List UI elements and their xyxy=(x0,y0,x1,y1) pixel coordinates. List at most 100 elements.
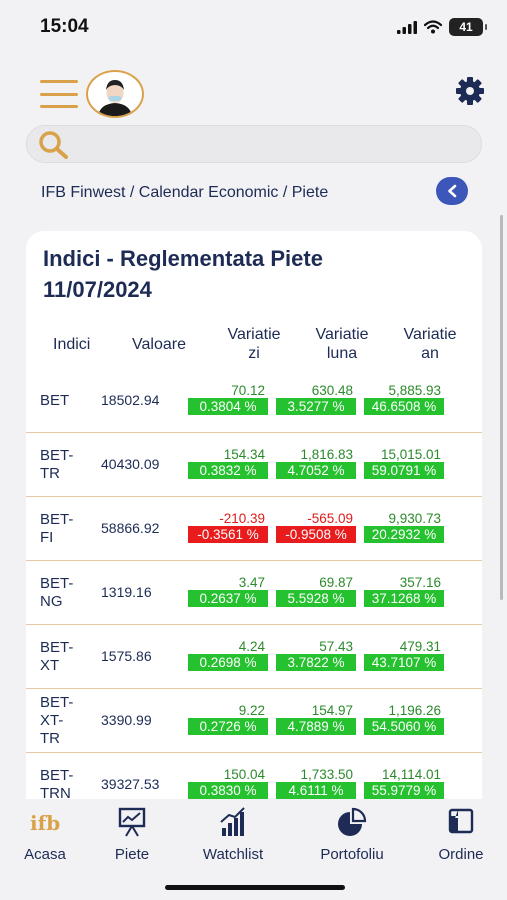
app-header xyxy=(0,68,507,120)
variation-luna-pct: -0.9508 % xyxy=(276,526,356,543)
index-value: 39327.53 xyxy=(101,776,160,792)
table-row[interactable]: BET- TR 40430.09 154.34 0.3832 % 1,816.83 4.70… xyxy=(26,433,482,497)
variation-luna-cell: 57.43 3.7822 % xyxy=(276,639,356,671)
index-name-line: XT xyxy=(40,657,60,674)
index-value: 1575.86 xyxy=(101,648,152,664)
index-name-line: BET- xyxy=(40,447,74,464)
header-variatie-an-line2: an xyxy=(421,345,439,362)
tab-acasa[interactable]: ifb Acasa xyxy=(14,806,76,863)
table-row[interactable]: BET- XT 1575.86 4.24 0.2698 % 57.43 3.7822 % 47… xyxy=(26,625,482,689)
variation-zi-cell: 4.24 0.2698 % xyxy=(188,639,268,671)
index-name-line: BET- xyxy=(40,575,74,592)
avatar[interactable] xyxy=(86,70,144,118)
tab-watchlist-label: Watchlist xyxy=(202,846,264,863)
header-variatie-an-line1: Variatie xyxy=(403,326,457,343)
variation-luna-abs: -565.09 xyxy=(307,511,353,526)
variation-luna-pct: 3.5277 % xyxy=(276,398,356,415)
battery-icon: 41 xyxy=(449,18,487,36)
tab-piete[interactable]: Piete xyxy=(104,806,160,863)
variation-an-pct: 46.6508 % xyxy=(364,398,444,415)
variation-an-abs: 9,930.73 xyxy=(388,511,441,526)
variation-zi-cell: 70.12 0.3804 % xyxy=(188,383,268,415)
variation-luna-abs: 154.97 xyxy=(311,703,353,718)
hamburger-icon[interactable] xyxy=(40,80,78,108)
variation-zi-abs: 154.34 xyxy=(223,447,265,462)
chevron-left-icon xyxy=(448,184,457,198)
table-row[interactable]: BET 18502.94 70.12 0.3804 % 630.48 3.5277 % 5,… xyxy=(26,369,482,433)
scrollbar[interactable] xyxy=(500,215,503,600)
card-title: Indici - Reglementata Piete 11/07/2024 xyxy=(43,243,323,305)
variation-luna-pct: 4.7052 % xyxy=(276,462,356,479)
table-row[interactable]: BET- NG 1319.16 3.47 0.2637 % 69.87 5.5928 % 35… xyxy=(26,561,482,625)
variation-zi-pct: 0.3830 % xyxy=(188,782,268,799)
index-name-line: BET- xyxy=(40,511,74,528)
user-avatar-icon xyxy=(98,80,132,116)
tab-portofoliu[interactable]: Portofoliu xyxy=(308,806,396,863)
variation-zi-pct: -0.3561 % xyxy=(188,526,268,543)
index-name-line: XT- xyxy=(40,712,64,729)
index-name-line: BET- xyxy=(40,767,74,784)
svg-text:ifb: ifb xyxy=(30,811,60,835)
battery-level: 41 xyxy=(459,20,473,34)
header-variatie-zi: Variatie zi xyxy=(214,325,294,363)
variation-an-abs: 15,015.01 xyxy=(380,447,441,462)
variation-zi-cell: 9.22 0.2726 % xyxy=(188,703,268,735)
home-indicator[interactable] xyxy=(165,885,345,890)
variation-luna-pct: 3.7822 % xyxy=(276,654,356,671)
table-row[interactable]: BET- TRN 39327.53 150.04 0.3830 % 1,733.50 4.6… xyxy=(26,753,482,799)
variation-luna-cell: 69.87 5.5928 % xyxy=(276,575,356,607)
index-name-line: TR xyxy=(40,465,60,482)
variation-an-cell: 1,196.26 54.5060 % xyxy=(364,703,444,735)
index-value: 58866.92 xyxy=(101,520,160,536)
status-time: 15:04 xyxy=(40,16,89,37)
variation-zi-pct: 0.2637 % xyxy=(188,590,268,607)
variation-an-pct: 43.7107 % xyxy=(364,654,444,671)
index-value: 18502.94 xyxy=(101,392,160,408)
indices-card: Indici - Reglementata Piete 11/07/2024 I… xyxy=(26,231,482,799)
index-value: 3390.99 xyxy=(101,712,152,728)
search-bar[interactable] xyxy=(26,125,482,163)
variation-an-abs: 14,114.01 xyxy=(381,767,441,782)
variation-an-cell: 357.16 37.1268 % xyxy=(364,575,444,607)
variation-luna-abs: 1,733.50 xyxy=(300,767,353,782)
tab-ordine[interactable]: Ordine xyxy=(430,806,492,863)
variation-zi-abs: 70.12 xyxy=(231,383,265,398)
table-row[interactable]: BET- XT- TR 3390.99 9.22 0.2726 % 154.97 4.7889… xyxy=(26,689,482,753)
variation-luna-pct: 5.5928 % xyxy=(276,590,356,607)
presentation-chart-icon xyxy=(118,807,146,837)
variation-luna-pct: 4.7889 % xyxy=(276,718,356,735)
card-title-main: Indici - Reglementata Piete xyxy=(43,246,323,271)
back-button[interactable] xyxy=(436,177,468,205)
variation-an-abs: 5,885.93 xyxy=(388,383,441,398)
index-value: 1319.16 xyxy=(101,584,152,600)
index-name-line: BET xyxy=(40,392,70,409)
cellular-signal-icon xyxy=(397,20,417,34)
variation-an-cell: 5,885.93 46.6508 % xyxy=(364,383,444,415)
index-name: BET- XT- TR xyxy=(40,694,73,748)
table-header: Indici Valoare Variatie zi Variatie luna… xyxy=(26,325,482,367)
header-variatie-luna-line1: Variatie xyxy=(315,326,369,343)
variation-luna-pct: 4.6111 % xyxy=(276,782,356,799)
table-row[interactable]: BET- FI 58866.92 -210.39 -0.3561 % -565.09 -0.… xyxy=(26,497,482,561)
variation-an-cell: 15,015.01 59.0791 % xyxy=(364,447,444,479)
index-name: BET- XT xyxy=(40,639,73,675)
variation-zi-abs: 150.04 xyxy=(223,767,265,782)
index-name: BET- NG xyxy=(40,575,73,611)
variation-zi-cell: 150.04 0.3830 % xyxy=(188,767,268,799)
variation-luna-cell: 154.97 4.7889 % xyxy=(276,703,356,735)
variation-an-abs: 1,196.26 xyxy=(388,703,441,718)
tab-watchlist[interactable]: Watchlist xyxy=(192,806,274,863)
header-variatie-luna-line2: luna xyxy=(326,345,358,362)
variation-zi-pct: 0.2698 % xyxy=(188,654,268,671)
variation-luna-abs: 630.48 xyxy=(311,383,353,398)
header-variatie-zi-line1: Variatie xyxy=(227,326,281,343)
search-icon[interactable] xyxy=(37,130,71,160)
index-value: 40430.09 xyxy=(101,456,160,472)
header-variatie-an: Variatie an xyxy=(390,325,470,363)
variation-an-pct: 59.0791 % xyxy=(364,462,444,479)
variation-an-cell: 479.31 43.7107 % xyxy=(364,639,444,671)
search-input[interactable] xyxy=(79,130,469,158)
variation-luna-abs: 69.87 xyxy=(319,575,353,590)
gear-icon[interactable] xyxy=(455,76,485,106)
index-name: BET- FI xyxy=(40,511,73,547)
